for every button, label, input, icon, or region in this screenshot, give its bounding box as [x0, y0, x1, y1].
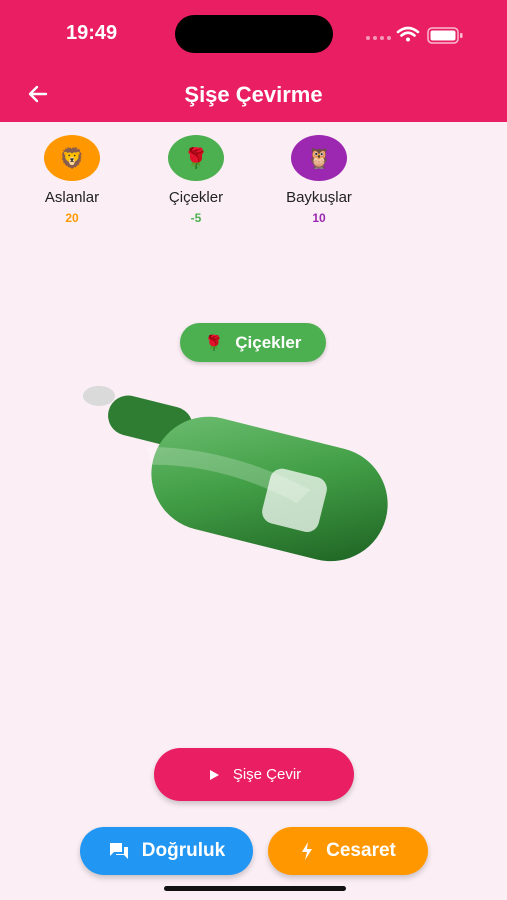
chat-icon: [108, 841, 130, 861]
home-indicator: [164, 886, 346, 891]
truth-label: Doğruluk: [141, 840, 226, 861]
lightning-icon: [300, 841, 314, 861]
truth-button[interactable]: Doğruluk: [80, 827, 253, 875]
spin-bottle-button[interactable]: Şişe Çevir: [154, 748, 354, 801]
spin-bottle-label: Şişe Çevir: [232, 766, 302, 783]
play-icon: [207, 768, 221, 782]
dare-button[interactable]: Cesaret: [268, 827, 428, 875]
dare-label: Cesaret: [326, 840, 396, 861]
bottle-cap: [82, 385, 115, 406]
